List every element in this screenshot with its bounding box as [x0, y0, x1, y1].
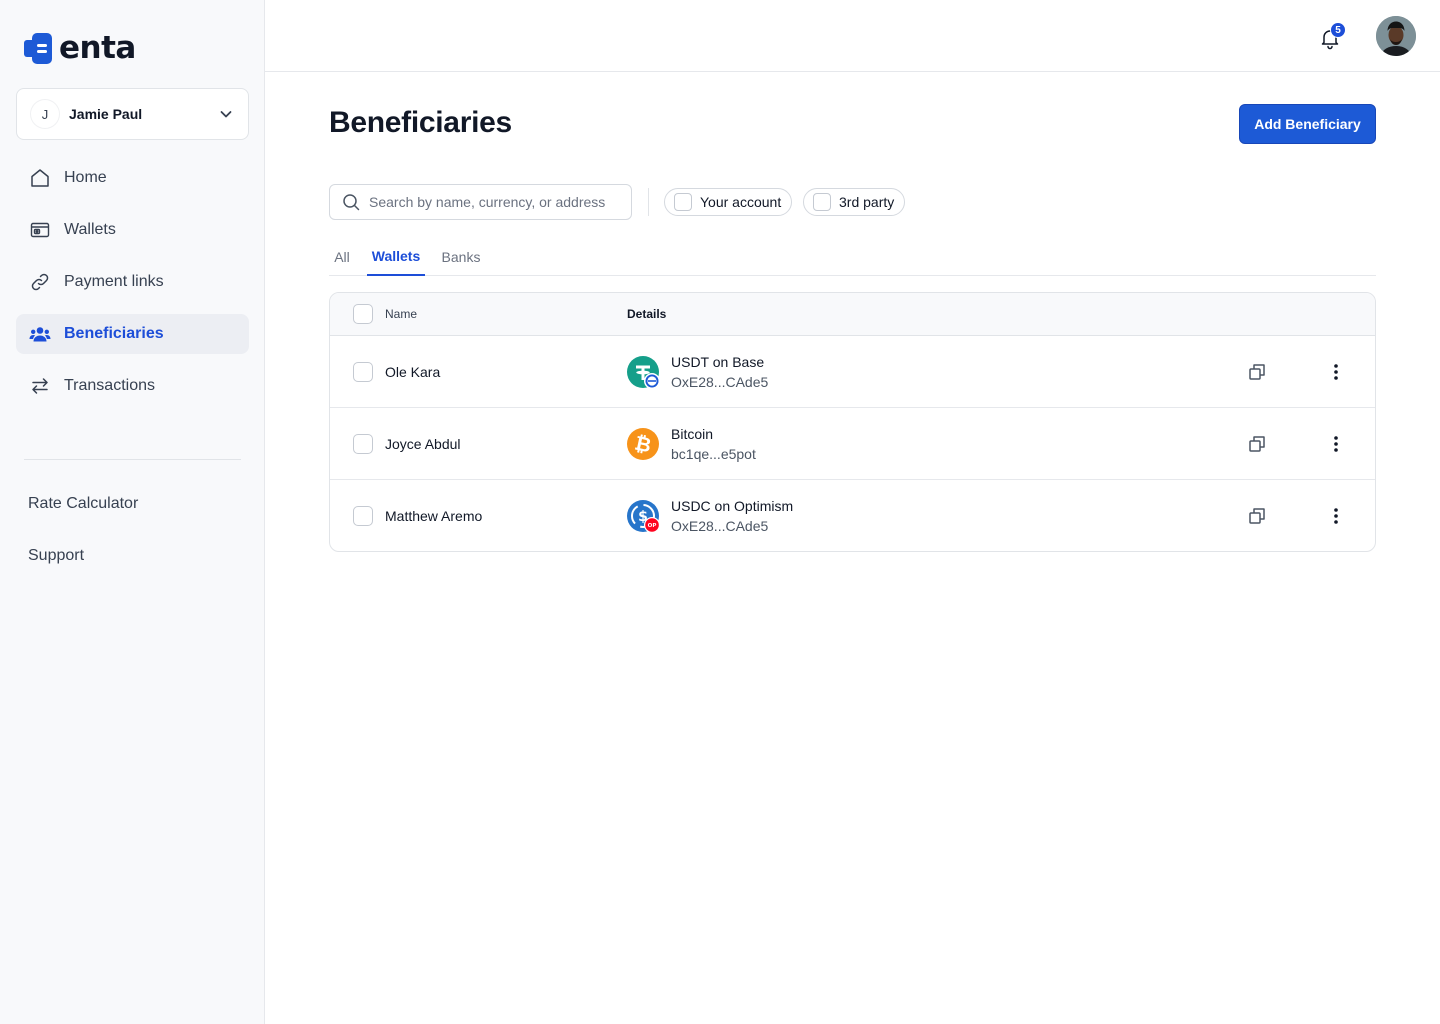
row-checkbox[interactable] [353, 434, 373, 454]
sidebar-item-label: Payment links [64, 273, 164, 290]
sidebar-item-label: Transactions [64, 377, 155, 394]
table-row[interactable]: Joyce Abdul ₿ Bitcoin bc1qe...e5pot [330, 408, 1375, 480]
sidebar-item-label: Home [64, 169, 107, 186]
usdc-optimism-icon: $ OP [627, 500, 660, 533]
enta-logo-icon [24, 32, 52, 64]
sidebar-item-payment-links[interactable]: Payment links [16, 262, 249, 302]
sidebar-item-rate-calculator[interactable]: Rate Calculator [28, 484, 138, 524]
row-checkbox[interactable] [353, 506, 373, 526]
filter-separator [648, 188, 649, 216]
svg-text:OP: OP [648, 523, 657, 529]
search-box[interactable] [329, 184, 632, 220]
copy-icon[interactable] [1247, 506, 1267, 526]
filter-checkbox[interactable] [813, 193, 831, 211]
account-name: Jamie Paul [69, 106, 143, 122]
users-icon [28, 322, 52, 346]
usdt-base-icon [627, 356, 660, 389]
link-icon [28, 270, 52, 294]
table-row[interactable]: Ole Kara USDT on Base OxE28...CAde5 [330, 336, 1375, 408]
arrows-exchange-icon [28, 374, 52, 398]
logo[interactable]: enta [24, 31, 136, 65]
account-switcher[interactable]: J Jamie Paul [16, 88, 249, 140]
sidebar-nav: Home Wallets Payment links Beneficiaries… [16, 158, 249, 418]
wallet-icon [28, 218, 52, 242]
beneficiary-name: Ole Kara [385, 364, 441, 380]
logo-text: enta [59, 30, 136, 66]
filter-label: Your account [700, 194, 782, 210]
sidebar-divider [24, 459, 241, 460]
tab-wallets[interactable]: Wallets [367, 238, 425, 276]
more-options-icon[interactable] [1326, 506, 1346, 526]
filter-label: 3rd party [839, 194, 895, 210]
select-all-checkbox[interactable] [353, 304, 373, 324]
home-icon [28, 166, 52, 190]
beneficiary-name: Joyce Abdul [385, 436, 461, 452]
search-input[interactable] [369, 194, 619, 210]
wallet-asset: Bitcoin [671, 426, 714, 442]
tab-all[interactable]: All [329, 238, 355, 276]
more-options-icon[interactable] [1326, 434, 1346, 454]
filter-chip-your-account[interactable]: Your account [664, 188, 793, 216]
add-beneficiary-button[interactable]: Add Beneficiary [1239, 104, 1376, 144]
table-header: Name Details [330, 293, 1375, 336]
chevron-down-icon [220, 111, 232, 118]
tab-banks[interactable]: Banks [439, 238, 483, 276]
sidebar-item-label: Wallets [64, 221, 116, 238]
page-title: Beneficiaries [329, 106, 512, 139]
beneficiary-tabs: All Wallets Banks [329, 238, 1376, 276]
sidebar-secondary-nav: Rate Calculator Support [28, 484, 138, 588]
sidebar-item-transactions[interactable]: Transactions [16, 366, 249, 406]
more-options-icon[interactable] [1326, 362, 1346, 382]
beneficiaries-table: Name Details Ole Kara USDT on Base OxE28… [329, 292, 1376, 552]
table-row[interactable]: Matthew Aremo $ OP USDC on Optimism OxE2… [330, 480, 1375, 551]
wallet-asset: USDT on Base [671, 354, 765, 370]
column-header-name: Name [385, 307, 418, 321]
sidebar-item-beneficiaries[interactable]: Beneficiaries [16, 314, 249, 354]
sidebar-item-wallets[interactable]: Wallets [16, 210, 249, 250]
filter-checkbox[interactable] [674, 193, 692, 211]
sidebar: enta J Jamie Paul Home Wallets Payment l… [0, 0, 265, 1024]
column-header-details: Details [627, 307, 667, 321]
user-avatar[interactable] [1376, 16, 1416, 56]
sidebar-item-home[interactable]: Home [16, 158, 249, 198]
sidebar-item-label: Beneficiaries [64, 325, 164, 342]
account-avatar: J [31, 100, 59, 128]
notification-badge: 5 [1330, 22, 1346, 38]
wallet-address: bc1qe...e5pot [671, 446, 756, 462]
row-checkbox[interactable] [353, 362, 373, 382]
wallet-address: OxE28...CAde5 [671, 518, 769, 534]
search-icon [343, 194, 360, 211]
wallet-address: OxE28...CAde5 [671, 374, 769, 390]
top-bar: 5 [265, 0, 1440, 72]
copy-icon[interactable] [1247, 362, 1267, 382]
wallet-asset: USDC on Optimism [671, 498, 794, 514]
filter-chip-3rd-party[interactable]: 3rd party [803, 188, 906, 216]
bitcoin-icon: ₿ [627, 428, 659, 460]
sidebar-item-support[interactable]: Support [28, 536, 138, 576]
copy-icon[interactable] [1247, 434, 1267, 454]
beneficiary-name: Matthew Aremo [385, 508, 483, 524]
